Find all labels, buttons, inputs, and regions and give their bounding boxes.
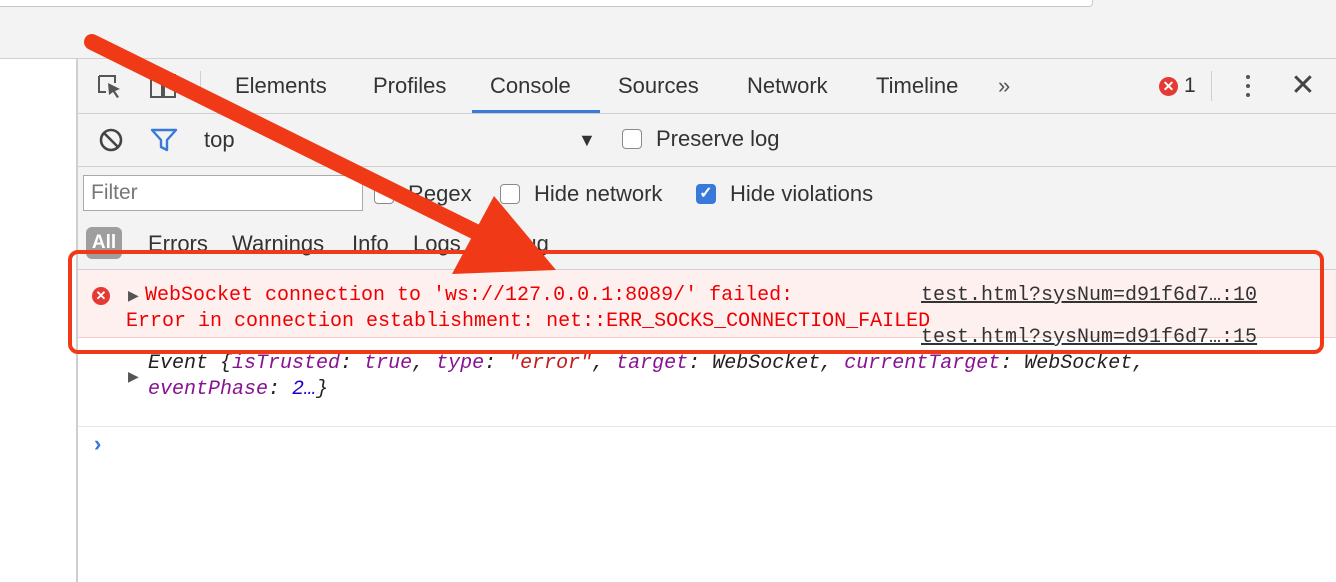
hide-violations-checkbox[interactable]: ✓	[696, 184, 716, 204]
more-tabs-button[interactable]: »	[998, 59, 1010, 113]
active-tab-indicator	[472, 110, 600, 113]
tab-timeline[interactable]: Timeline	[876, 59, 958, 113]
tab-network[interactable]: Network	[747, 59, 828, 113]
error-count-value: 1	[1184, 74, 1196, 97]
error-icon: ✕	[1159, 76, 1178, 96]
annotation-highlight-box	[68, 250, 1324, 354]
hide-network-checkbox[interactable]	[500, 184, 520, 204]
event-object-preview-line2: eventPhase: 2…}	[148, 378, 329, 401]
devtools-tab-bar: Elements Profiles Console Sources Networ…	[78, 59, 1336, 114]
hide-violations-label: Hide violations	[730, 181, 874, 206]
page-content-area	[0, 59, 78, 582]
filter-input[interactable]	[83, 175, 363, 211]
toolbar-divider	[200, 71, 201, 101]
event-object-preview-line1: Event {isTrusted: true, type: "error", t…	[148, 352, 1145, 375]
error-counter[interactable]: ✕ 1	[1159, 73, 1196, 99]
inspect-element-icon[interactable]	[94, 71, 124, 101]
filter-bar: Regex Hide network ✓ Hide violations	[78, 167, 1336, 221]
address-bar[interactable]	[0, 0, 1093, 7]
context-selector[interactable]: top	[204, 114, 235, 166]
regex-label: Regex	[408, 181, 472, 206]
preserve-log-label: Preserve log	[656, 126, 780, 151]
more-options-icon[interactable]	[1238, 71, 1258, 101]
tab-console[interactable]: Console	[490, 59, 571, 113]
tab-sources[interactable]: Sources	[618, 59, 699, 113]
regex-checkbox[interactable]	[374, 184, 394, 204]
preserve-log-checkbox[interactable]	[622, 129, 642, 149]
hide-network-label: Hide network	[534, 181, 663, 206]
device-toolbar-icon[interactable]	[148, 71, 178, 101]
context-dropdown-arrow-icon[interactable]: ▼	[578, 114, 596, 166]
console-prompt[interactable]: ›	[94, 431, 101, 457]
tab-profiles[interactable]: Profiles	[373, 59, 446, 113]
filter-icon[interactable]	[150, 127, 178, 153]
expand-triangle-icon[interactable]: ▶	[128, 368, 139, 385]
console-toolbar: top ▼ Preserve log	[78, 114, 1336, 167]
tab-elements[interactable]: Elements	[235, 59, 327, 113]
browser-toolbar	[0, 0, 1336, 59]
close-icon[interactable]: ✕	[1288, 69, 1318, 103]
toolbar-divider	[1211, 71, 1212, 101]
clear-console-icon[interactable]	[98, 127, 124, 153]
